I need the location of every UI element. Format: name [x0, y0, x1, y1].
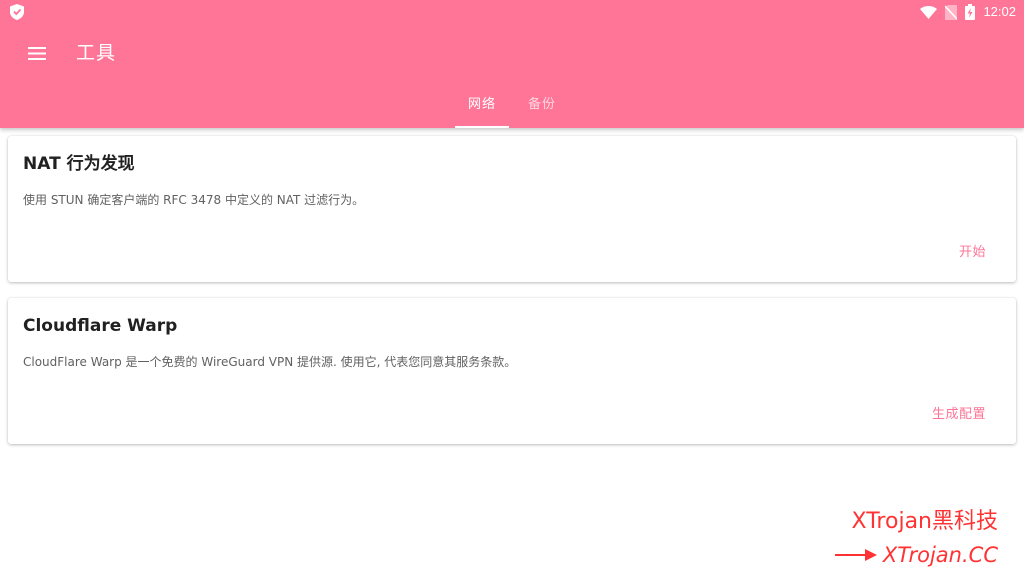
nat-behavior-card: NAT 行为发现 使用 STUN 确定客户端的 RFC 3478 中定义的 NA… — [8, 136, 1016, 282]
start-button[interactable]: 开始 — [959, 244, 986, 262]
battery-charging-icon — [965, 4, 976, 20]
watermark-url: XTrojan.CC — [882, 543, 998, 567]
page-title: 工具 — [76, 42, 117, 64]
generate-config-button[interactable]: 生成配置 — [932, 406, 986, 424]
tab-bar: 网络 备份 — [0, 88, 1024, 128]
wifi-icon — [920, 5, 938, 19]
card-title: NAT 行为发现 — [23, 154, 135, 174]
status-time: 12:02 — [983, 4, 1016, 19]
arrow-right-icon — [834, 549, 877, 561]
watermark-title: XTrojan黑科技 — [851, 509, 998, 534]
vpn-shield-icon — [10, 4, 24, 20]
tab-backup[interactable]: 备份 — [515, 88, 569, 128]
status-bar: 12:02 — [0, 0, 1024, 24]
status-icons: 12:02 — [920, 3, 1016, 21]
card-title: Cloudflare Warp — [23, 316, 178, 336]
cloudflare-warp-card: Cloudflare Warp CloudFlare Warp 是一个免费的 W… — [8, 298, 1016, 444]
card-description: 使用 STUN 确定客户端的 RFC 3478 中定义的 NAT 过滤行为。 — [23, 193, 365, 207]
app-bar: 12:02 工具 网络 备份 — [0, 0, 1024, 128]
card-description: CloudFlare Warp 是一个免费的 WireGuard VPN 提供源… — [23, 355, 517, 369]
no-sim-icon — [945, 4, 958, 20]
watermark-url-row: XTrojan.CC — [834, 542, 998, 568]
hamburger-menu-icon — [28, 46, 46, 60]
watermark: XTrojan黑科技 XTrojan.CC — [798, 508, 998, 572]
tools-screen: 12:02 工具 网络 备份 NAT 行为发现 使用 STUN 确定客户端的 R… — [0, 0, 1024, 576]
menu-button[interactable] — [20, 36, 54, 70]
tab-network[interactable]: 网络 — [454, 88, 510, 128]
